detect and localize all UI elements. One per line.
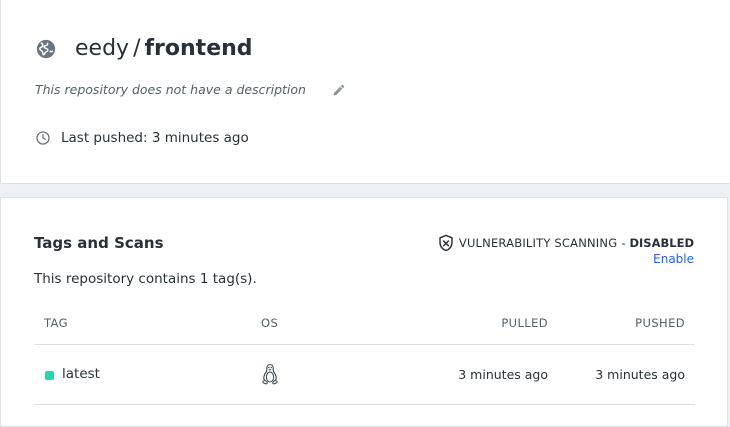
repo-name: frontend	[144, 36, 253, 61]
repo-description: This repository does not have a descript…	[35, 82, 306, 97]
repo-title: eedy / frontend	[35, 36, 253, 61]
table-row: latest 3 minutes ago 3 minutes ago	[34, 345, 695, 405]
last-pushed-text: Last pushed: 3 minutes ago	[61, 130, 249, 146]
clock-icon	[36, 131, 50, 145]
column-header-tag: TAG	[44, 316, 68, 330]
vulnerability-dash: -	[621, 236, 626, 250]
linux-icon	[262, 363, 278, 385]
section-title: Tags and Scans	[34, 234, 164, 252]
repository-header-card: eedy / frontend This repository does not…	[0, 0, 730, 184]
globe-icon	[36, 39, 56, 58]
vulnerability-label: VULNERABILITY SCANNING	[458, 236, 618, 250]
tag-count-text: This repository contains 1 tag(s).	[34, 271, 257, 287]
pencil-icon[interactable]	[332, 83, 346, 97]
table-header: TAG OS PULLED PUSHED	[34, 308, 695, 345]
repo-owner[interactable]: eedy	[75, 36, 129, 61]
pulled-time: 3 minutes ago	[458, 367, 548, 382]
enable-scanning-link[interactable]: Enable	[653, 252, 694, 266]
pushed-time: 3 minutes ago	[595, 367, 685, 382]
column-header-pulled: PULLED	[501, 316, 548, 330]
last-pushed-row: Last pushed: 3 minutes ago	[35, 130, 249, 146]
vulnerability-status: DISABLED	[629, 236, 694, 250]
description-row: This repository does not have a descript…	[35, 82, 346, 97]
tag-status-indicator	[45, 371, 54, 380]
tag-name-link[interactable]: latest	[62, 366, 100, 382]
repo-separator: /	[133, 36, 141, 61]
tags-and-scans-card: Tags and Scans This repository contains …	[0, 197, 728, 427]
vulnerability-scanning-status: VULNERABILITY SCANNING - DISABLED	[438, 234, 694, 252]
tags-table: TAG OS PULLED PUSHED latest 3 minutes ag…	[34, 308, 695, 405]
column-header-os: OS	[261, 316, 279, 330]
shield-x-icon	[439, 234, 453, 252]
column-header-pushed: PUSHED	[635, 316, 685, 330]
